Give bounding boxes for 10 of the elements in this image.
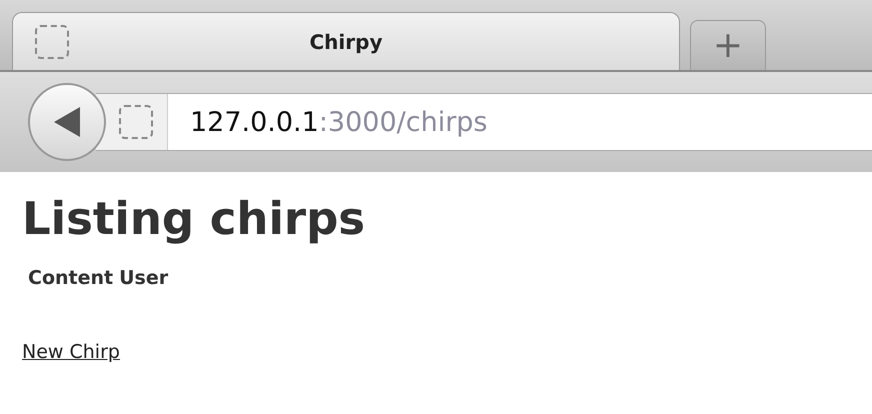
browser-tab[interactable]: Chirpy	[12, 12, 680, 70]
back-arrow-icon	[52, 105, 82, 139]
placeholder-icon	[35, 25, 69, 59]
column-header: User	[119, 267, 168, 289]
url-text: 127.0.0.1:3000/chirps	[189, 106, 488, 138]
page-heading: Listing chirps	[22, 192, 366, 245]
column-header: Content	[28, 267, 114, 289]
new-chirp-link[interactable]: New Chirp	[22, 341, 120, 363]
address-field[interactable]: 127.0.0.1:3000/chirps	[96, 93, 872, 151]
placeholder-icon	[118, 105, 152, 139]
